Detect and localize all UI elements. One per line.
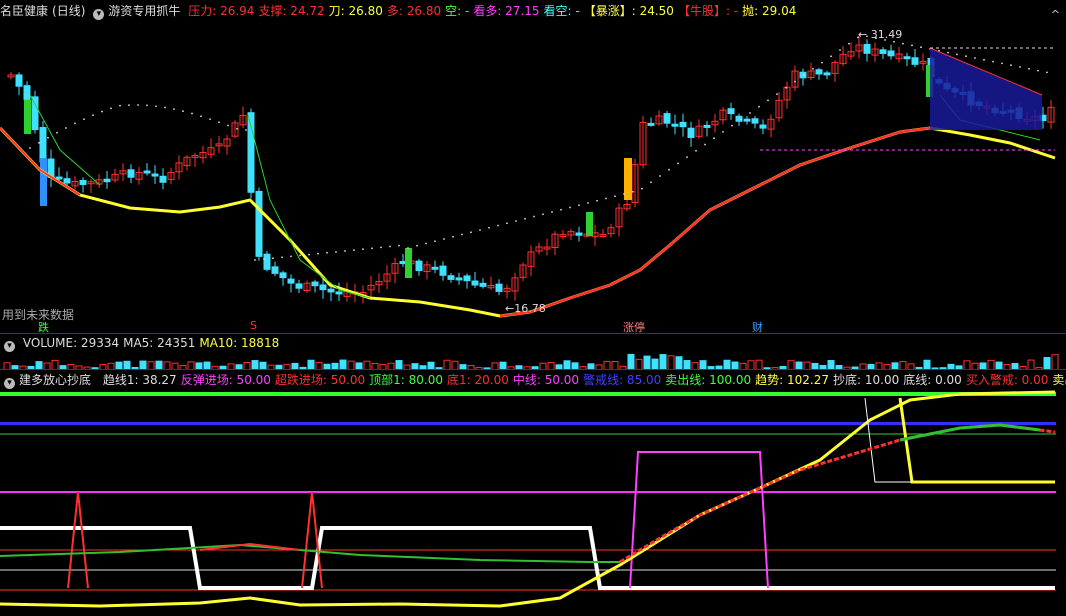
- candle-body: [79, 179, 87, 185]
- candle-body: [271, 266, 279, 274]
- candle-body: [455, 277, 463, 281]
- volume-bar: [1051, 354, 1059, 370]
- candle-body: [463, 275, 471, 282]
- candle-body: [255, 190, 263, 257]
- candle-body: [471, 280, 479, 286]
- volume-bar: [667, 355, 675, 370]
- candle-body: [495, 283, 503, 292]
- candle-body: [663, 113, 671, 124]
- candle-body: [479, 282, 487, 287]
- candle-body: [703, 124, 711, 128]
- candle-body: [575, 232, 583, 236]
- candle-body: [815, 69, 823, 75]
- volume-bar: [659, 354, 667, 370]
- candle-body: [159, 175, 167, 183]
- oscillator-chart[interactable]: [0, 370, 1066, 616]
- candle-body: [743, 118, 751, 122]
- big-green-candle: [24, 100, 31, 134]
- candle-body: [431, 266, 439, 270]
- candle-body: [799, 71, 807, 79]
- candle-body: [63, 178, 71, 184]
- candle-body: [31, 96, 39, 131]
- candle-body: [55, 176, 63, 180]
- candle-body: [279, 272, 287, 279]
- candle-body: [335, 291, 343, 295]
- ma-line-red: [499, 126, 931, 318]
- box-region: [930, 48, 1042, 130]
- candle-body: [863, 43, 871, 54]
- spike-red: [67, 491, 89, 589]
- green-candle: [586, 212, 593, 236]
- candle-body: [311, 281, 319, 287]
- candle-body: [823, 72, 831, 76]
- candle-body: [887, 50, 895, 57]
- trend1-green-top: [899, 423, 1041, 442]
- candle-body: [415, 260, 423, 272]
- high-price-label: ← 31.49: [858, 28, 902, 41]
- volume-bar: [675, 356, 683, 370]
- candle-body: [15, 74, 23, 87]
- big-blue-candle: [40, 158, 47, 206]
- candle-body: [439, 265, 447, 276]
- candle-body: [671, 123, 679, 127]
- candle-body: [23, 85, 31, 100]
- trend-line-green: [247, 114, 371, 299]
- candle-body: [263, 253, 271, 270]
- volume-chart[interactable]: [0, 334, 1066, 370]
- stop-dots: [29, 35, 1048, 261]
- limit-up-candle: [624, 158, 632, 200]
- volume-bar: [643, 355, 651, 370]
- candle-body: [911, 57, 919, 65]
- candle-body: [151, 173, 159, 177]
- candle-body: [447, 275, 455, 280]
- volume-bar: [627, 353, 635, 370]
- candle-body: [327, 288, 335, 293]
- sell-line: [0, 392, 1056, 396]
- rebound-entry: [629, 451, 769, 589]
- candle-body: [687, 127, 695, 138]
- candle-body: [39, 127, 47, 163]
- candle-body: [287, 278, 295, 284]
- signal-tag-1: S: [250, 319, 257, 332]
- chevron-up-icon[interactable]: ^: [1051, 8, 1060, 21]
- low-price-label: ←16.78: [505, 302, 546, 315]
- candle-body: [295, 283, 303, 289]
- candle-body: [751, 118, 759, 124]
- candle-body: [319, 284, 327, 291]
- candle-body: [727, 108, 735, 115]
- candlestick-chart[interactable]: ← 31.49 ←16.78: [0, 0, 1066, 334]
- ma-line-yellow: [0, 126, 1056, 318]
- trend1-line: [0, 543, 620, 563]
- candle-body: [127, 169, 135, 178]
- candle-body: [679, 121, 687, 128]
- candle-body: [879, 49, 887, 54]
- candle-body: [143, 170, 151, 174]
- warning-line: [0, 422, 1056, 425]
- candle-body: [759, 124, 767, 129]
- candle-body: [647, 122, 655, 126]
- candle-body: [103, 178, 111, 183]
- bottom-fishing-line: [0, 526, 1055, 590]
- sell-warning-line: [898, 397, 1055, 484]
- candle-body: [903, 56, 911, 60]
- green-candle: [405, 248, 412, 278]
